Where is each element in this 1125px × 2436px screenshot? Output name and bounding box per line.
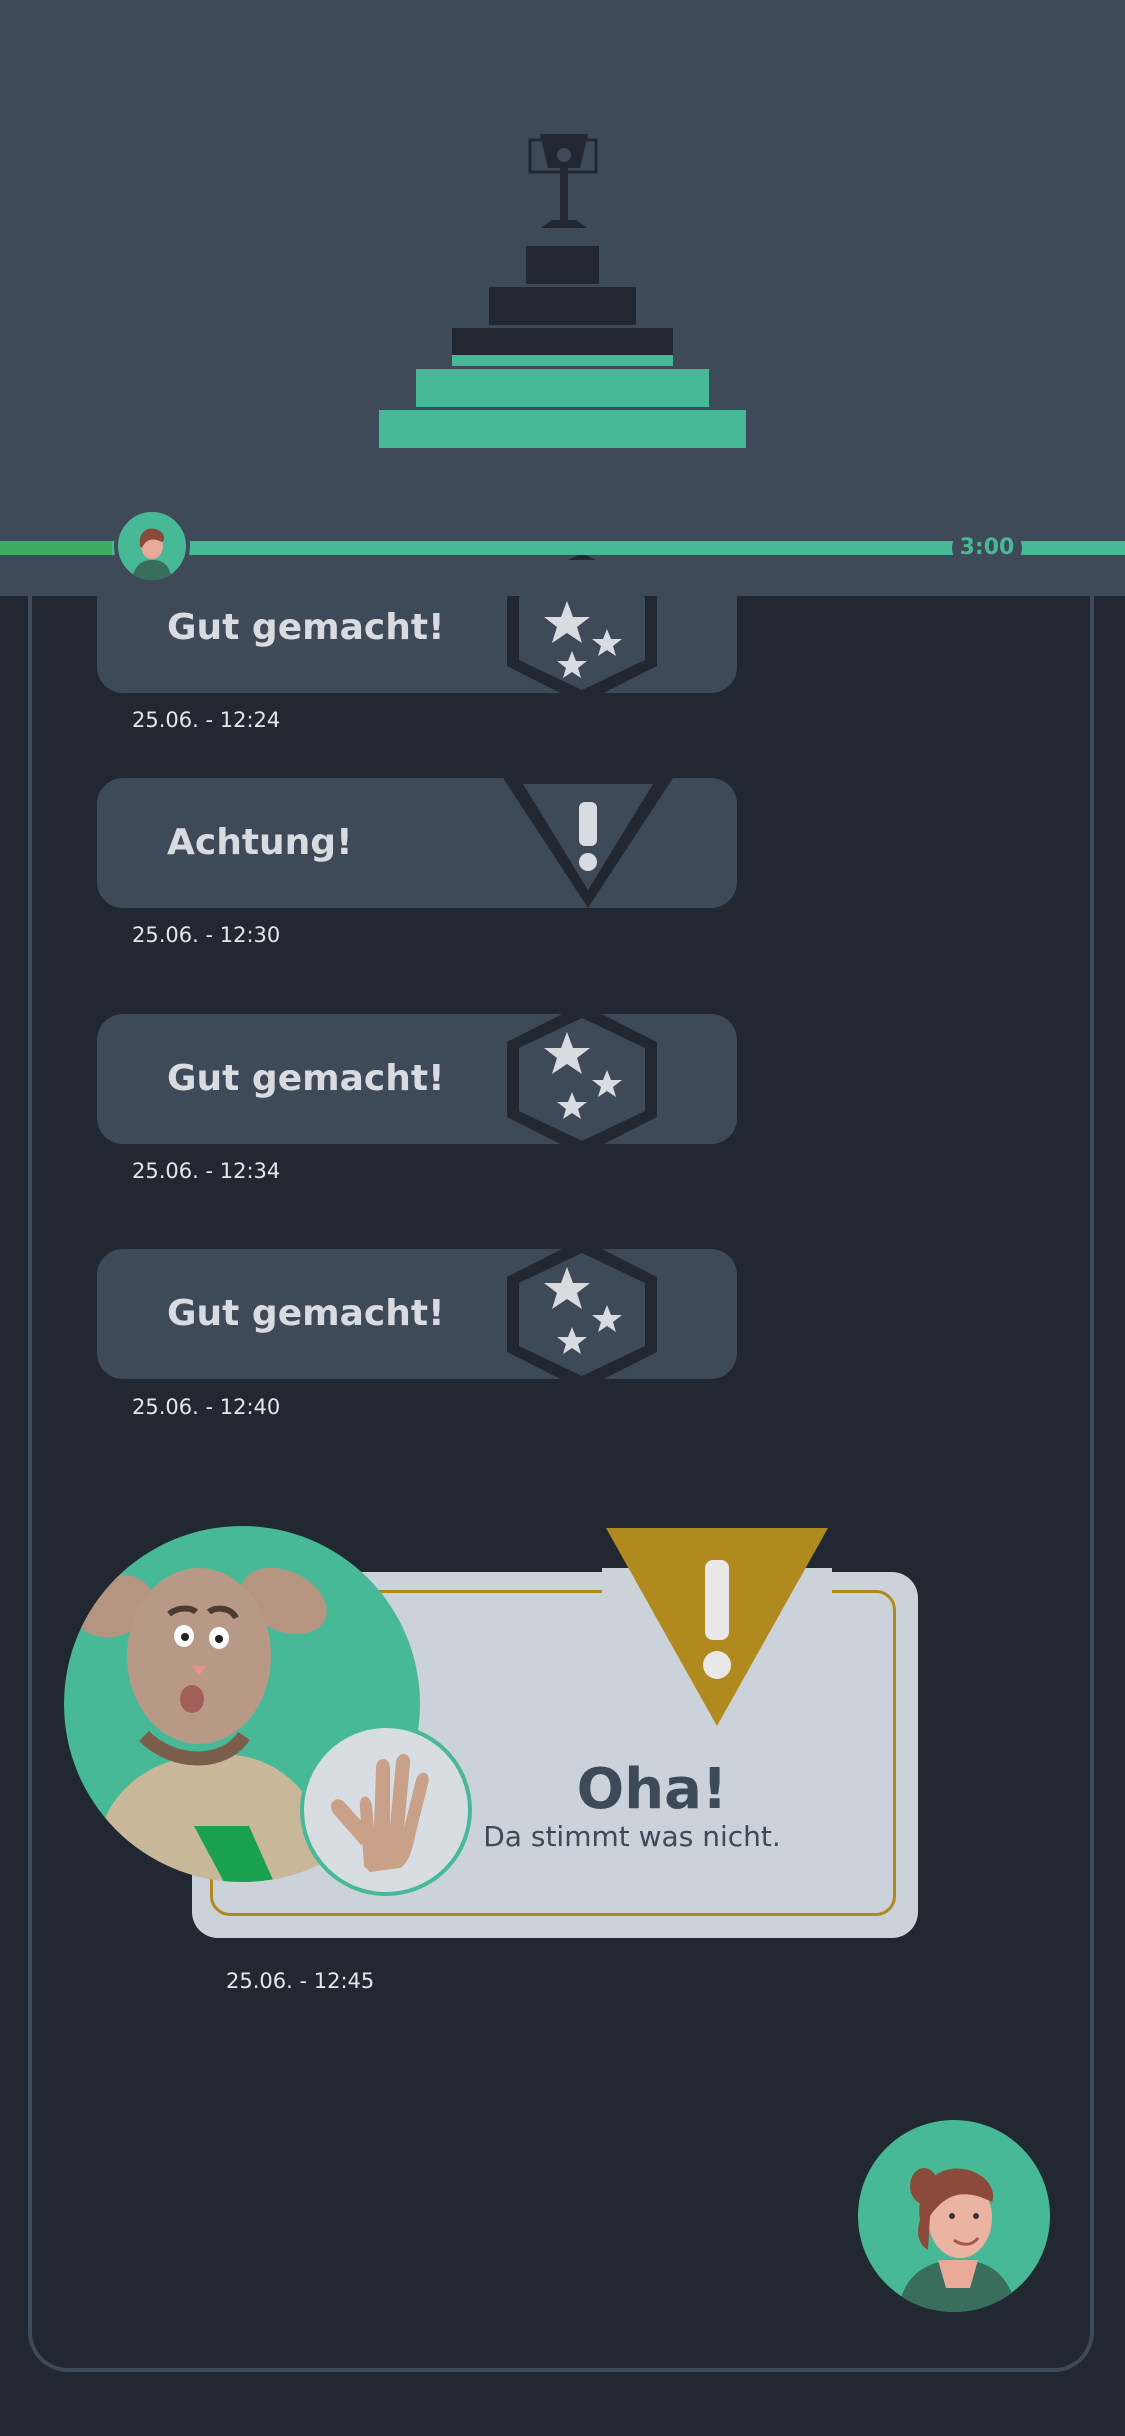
exclamation-triangle-icon bbox=[503, 778, 673, 908]
progress-avatar bbox=[114, 508, 190, 584]
message-label: Gut gemacht! bbox=[167, 1058, 445, 1099]
message-label: Gut gemacht! bbox=[167, 1293, 445, 1334]
popup-time: 25.06. - 12:45 bbox=[226, 1969, 375, 1993]
message-card[interactable]: Achtung! bbox=[97, 778, 737, 908]
popup-subtitle: Da stimmt was nicht. bbox=[483, 1820, 781, 1853]
header bbox=[0, 0, 1125, 596]
message-time: 25.06. - 12:30 bbox=[132, 923, 281, 947]
message-label: Achtung! bbox=[167, 822, 353, 863]
user-avatar[interactable] bbox=[858, 2120, 1050, 2312]
message-card[interactable]: Gut gemacht! bbox=[97, 1004, 737, 1155]
progress-bar-fill-overlay bbox=[0, 541, 112, 555]
popup-title: Oha! bbox=[576, 1757, 728, 1822]
trophy-podium-icon bbox=[379, 134, 746, 448]
message-time: 25.06. - 12:40 bbox=[132, 1395, 281, 1419]
stars-hexagon-icon bbox=[507, 1239, 657, 1390]
stop-hand-icon bbox=[300, 1724, 472, 1896]
message-time: 25.06. - 12:24 bbox=[132, 708, 281, 732]
timer-label: 3:00 bbox=[952, 528, 1022, 568]
message-time: 25.06. - 12:34 bbox=[132, 1159, 281, 1183]
message-card[interactable]: Gut gemacht! bbox=[97, 1239, 737, 1390]
stars-hexagon-icon bbox=[507, 1004, 657, 1155]
warning-triangle-icon bbox=[602, 1528, 832, 1726]
